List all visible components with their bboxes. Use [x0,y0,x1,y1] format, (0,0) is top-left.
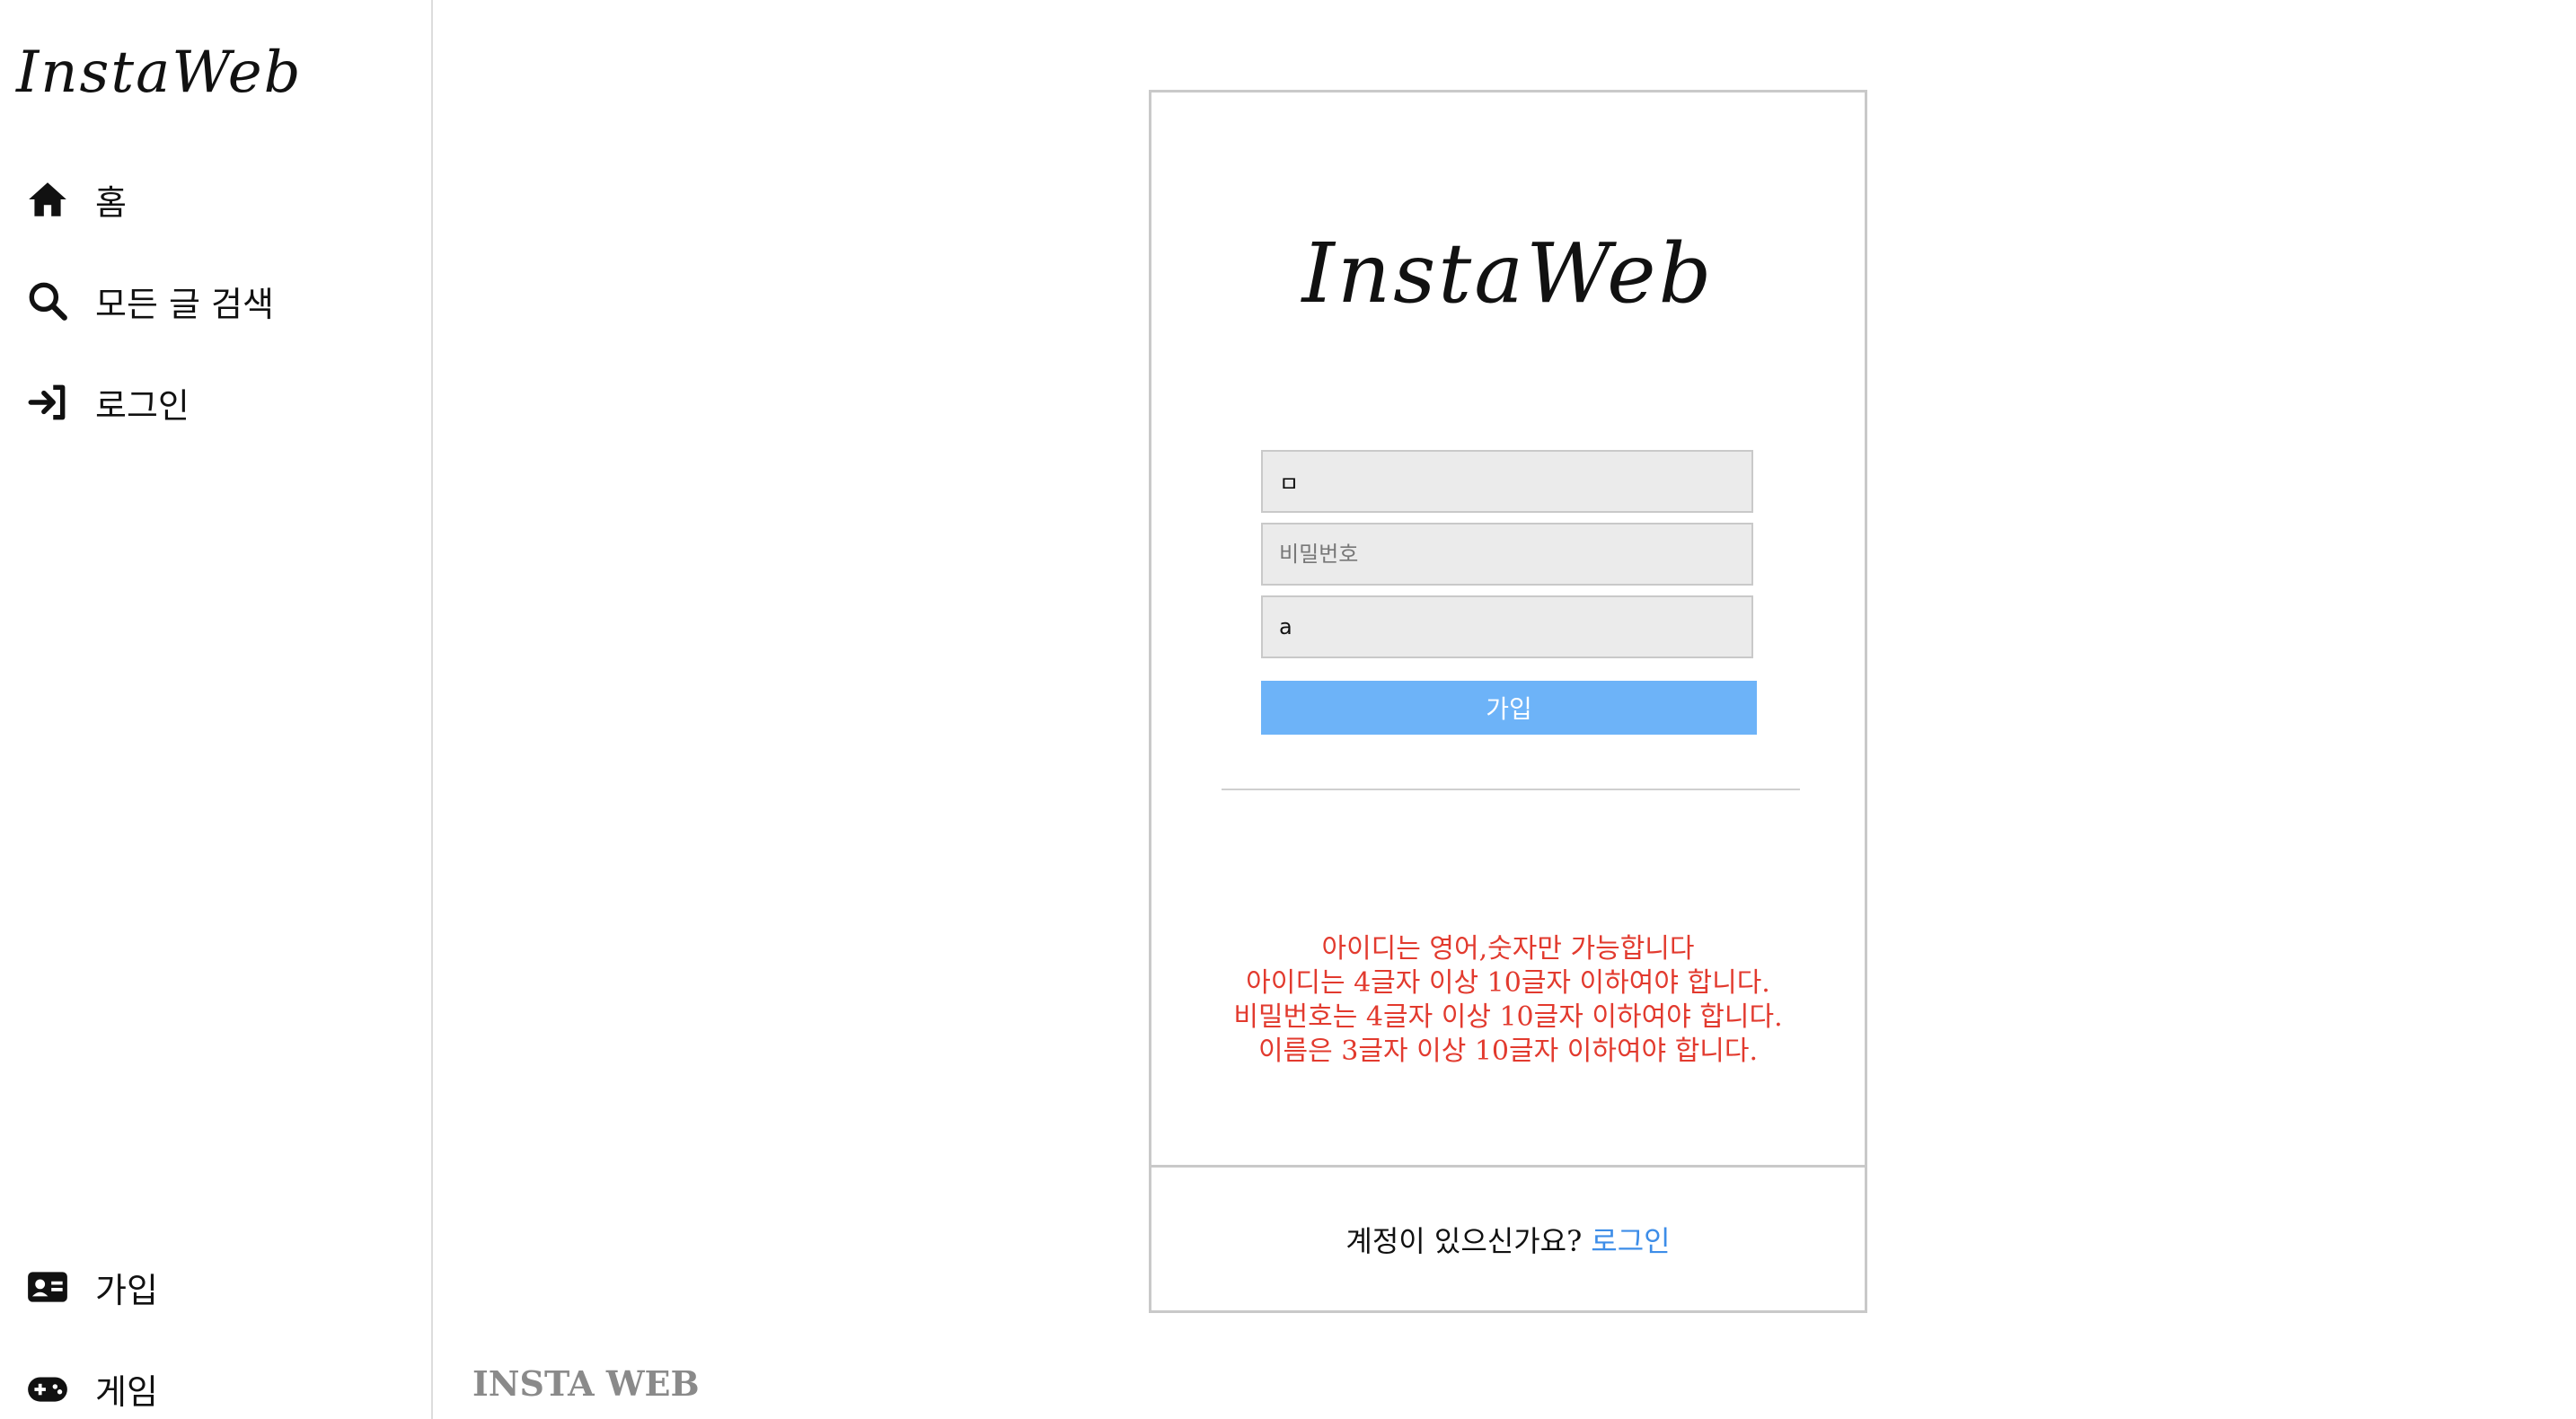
id-card-icon [23,1263,72,1311]
sidebar-item-search[interactable]: 모든 글 검색 [23,274,274,328]
search-icon [23,277,72,325]
name-field[interactable] [1261,595,1753,658]
sidebar-item-game[interactable]: 게임 [23,1362,158,1415]
login-prompt-text: 계정이 있으신가요? [1345,1223,1583,1258]
username-field[interactable] [1261,450,1753,513]
login-link[interactable]: 로그인 [1591,1219,1670,1260]
sidebar-logo[interactable]: InstaWeb [16,40,303,106]
error-message: 아이디는 영어,숫자만 가능합니다 [1321,933,1695,965]
password-field[interactable] [1261,523,1753,586]
card-logo: InstaWeb [1301,225,1715,322]
sidebar-item-login[interactable]: 로그인 [23,375,190,429]
login-icon [23,378,72,427]
signup-card: InstaWeb 가입 아이디는 영어,숫자만 가능합니다 아이디는 4글자 이… [1149,90,1867,1168]
gamepad-icon [23,1364,72,1413]
sidebar-item-label: 게임 [95,1371,158,1412]
sidebar-item-label: 가입 [95,1270,158,1310]
home-icon [23,175,72,224]
divider [1222,789,1800,790]
error-message: 이름은 3글자 이상 10글자 이하여야 합니다. [1257,1036,1759,1067]
validation-errors: 아이디는 영어,숫자만 가능합니다 아이디는 4글자 이상 10글자 이하여야 … [1151,932,1865,1069]
sidebar-item-home[interactable]: 홈 [23,172,127,226]
sidebar-item-label: 로그인 [95,385,190,426]
login-prompt-card: 계정이 있으신가요? 로그인 [1149,1165,1867,1313]
error-message: 비밀번호는 4글자 이상 10글자 이하여야 합니다. [1233,1001,1783,1033]
sidebar-item-label: 홈 [95,182,127,223]
sidebar-item-label: 모든 글 검색 [95,284,274,324]
sidebar-item-signup[interactable]: 가입 [23,1260,158,1314]
footer-brand: INSTA WEB [472,1363,700,1404]
error-message: 아이디는 4글자 이상 10글자 이하여야 합니다. [1246,967,1770,999]
signup-button[interactable]: 가입 [1261,681,1757,735]
sidebar: InstaWeb 홈 모든 글 검색 로그인 가입 게임 [0,0,433,1419]
